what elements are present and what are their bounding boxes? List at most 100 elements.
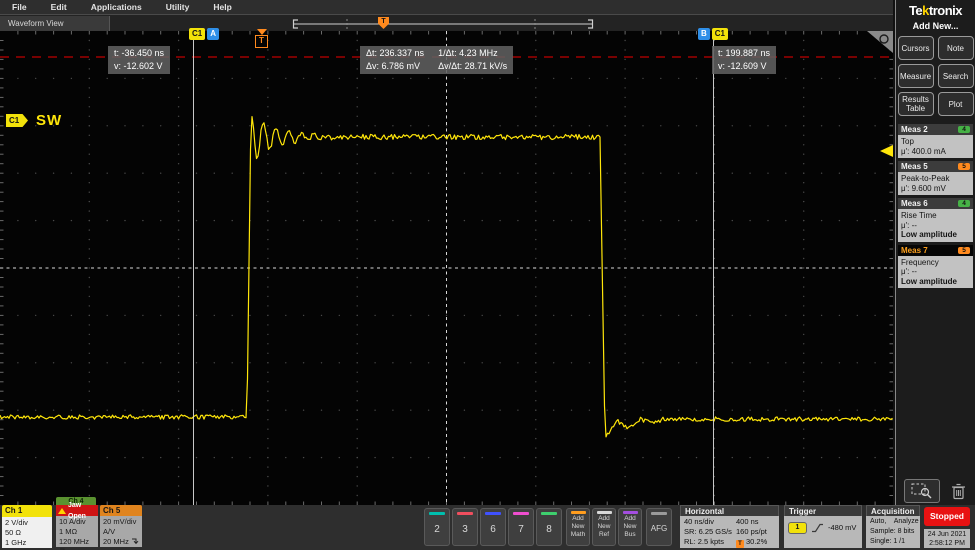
cursor-b-line[interactable] [713, 31, 714, 505]
menu-utility[interactable]: Utility [166, 2, 190, 12]
add-new-heading: Add New... [912, 21, 959, 31]
meas-7-value: μ': -- [901, 267, 917, 276]
oscilloscope-screen: File Edit Applications Utility Help Wave… [0, 0, 975, 550]
acquisition-single: Single: 1 /1 [870, 538, 906, 545]
sample-resolution: 160 ps/pt [736, 527, 767, 536]
horizontal-position: 30.2% [746, 537, 768, 546]
tab-waveform-view[interactable]: Waveform View [0, 16, 110, 32]
ch5-units: A/V [103, 527, 116, 536]
results-sidebar: Tektronix Add New... Cursors Note Measur… [895, 0, 975, 505]
ch4-probe-warning: Jaw Open [56, 502, 98, 520]
trigger-level: -480 mV [828, 523, 857, 532]
cursor-b-channel-badge[interactable]: C1 [711, 28, 729, 40]
cursor-a-channel-badge[interactable]: C1 [189, 28, 206, 40]
results-table-button[interactable]: Results Table [897, 92, 934, 116]
cursor-a-time: t: -36.450 ns [114, 48, 165, 58]
acquisition-sample: Sample: 8 bits [870, 528, 915, 535]
afg-button[interactable]: AFG [646, 508, 672, 546]
channel-5-badge[interactable]: Ch 5 20 mV/div A/V 20 MHz [100, 505, 142, 547]
sidebar-tools [896, 479, 975, 505]
menu-file[interactable]: File [12, 2, 27, 12]
channel-c1-tag[interactable]: C1 [6, 114, 28, 127]
cursor-a-badges: C1 A [189, 28, 220, 40]
cursor-b-readout: t: 199.887 ns v: -12.609 V [712, 46, 777, 74]
channel-6-button[interactable]: 6 [480, 508, 506, 546]
trash-icon [951, 483, 965, 499]
cursor-a-badge[interactable]: A [207, 28, 220, 40]
channel-3-button[interactable]: 3 [452, 508, 478, 546]
time: 2:58:12 PM [929, 540, 965, 547]
tab-bar: Waveform View T [0, 14, 893, 32]
horizontal-window: 400 ns [736, 517, 759, 526]
cursors-button[interactable]: Cursors [897, 36, 934, 60]
box-zoom-button[interactable] [904, 479, 940, 503]
trigger-position-icon: T [736, 540, 744, 548]
add-new-buttons: Cursors Note Measure Search Results Tabl… [896, 36, 975, 116]
menu-help[interactable]: Help [213, 2, 231, 12]
ch4-bandwidth: 120 MHz [59, 537, 90, 546]
menu-edit[interactable]: Edit [51, 2, 67, 12]
cursor-a-line[interactable] [193, 31, 194, 505]
meas-2-badge[interactable]: Meas 2 4 Top μ': 400.0 mA [898, 124, 973, 158]
cursor-b-badges: B C1 [698, 28, 729, 40]
channel-7-button[interactable]: 7 [508, 508, 534, 546]
meas-5-name: Peak-to-Peak [901, 174, 950, 183]
menu-bar: File Edit Applications Utility Help [0, 0, 893, 14]
settings-bar: Ch 1 2 V/div 50 Ω 1 GHz Ch 4 Jaw Open 10… [0, 497, 975, 550]
inverse-delta-time: 1/Δt: 4.23 MHz [438, 48, 498, 58]
cursor-a-readout: t: -36.450 ns v: -12.602 V [108, 46, 171, 74]
meas-6-value: μ': -- [901, 220, 917, 230]
channel-4-badge[interactable]: Jaw Open 10 A/div 1 MΩ 120 MHz [56, 502, 98, 550]
rising-edge-icon [812, 523, 823, 533]
ch5-bandwidth: 20 MHz [103, 537, 129, 546]
meas-6-badge[interactable]: Meas 6 4 Rise Time μ': -- Low amplitude [898, 198, 973, 242]
waveform-name-label: SW [36, 112, 63, 129]
channel-waveform-label: C1 SW [6, 112, 62, 129]
delta-time: Δt: 236.337 ns [366, 48, 425, 58]
record-view-bar [292, 19, 594, 29]
run-stop-status-button[interactable]: Stopped [924, 507, 970, 526]
tektronix-logo: Tektronix [908, 3, 963, 18]
delta-voltage: Δv: 6.786 mV [366, 61, 421, 71]
cursor-b-voltage: v: -12.609 V [718, 61, 767, 71]
trigger-level-arrow[interactable] [880, 145, 893, 157]
add-new-bus-button[interactable]: Add New Bus [618, 508, 642, 546]
meas-2-source-chip: 4 [958, 126, 970, 133]
trash-button[interactable] [946, 480, 970, 502]
meas-6-name: Rise Time [901, 211, 937, 220]
graticule-and-waveform [0, 31, 893, 505]
meas-2-value: μ': 400.0 mA [901, 146, 946, 156]
note-button[interactable]: Note [937, 36, 974, 60]
date: 24 Jun 2021 [927, 531, 967, 538]
trigger-flag-label: T [255, 35, 268, 48]
horizontal-badge[interactable]: Horizontal 40 ns/div 400 ns SR: 6.25 GS/… [680, 505, 779, 548]
ch1-bandwidth: 1 GHz [5, 538, 27, 547]
record-length: RL: 2.5 kpts [684, 537, 725, 546]
ch1-termination: 50 Ω [5, 528, 22, 537]
cursor-b-badge[interactable]: B [698, 28, 710, 40]
menu-applications[interactable]: Applications [91, 2, 142, 12]
meas-5-badge[interactable]: Meas 5 5 Peak-to-Peak μ': 9.600 mV [898, 161, 973, 195]
slew-rate: Δv/Δt: 28.71 kV/s [438, 61, 508, 71]
waveform-plot: C1 A B C1 t: -36.450 ns v: -12.602 V Δt:… [0, 28, 893, 505]
channel-1-badge[interactable]: Ch 1 2 V/div 50 Ω 1 GHz [2, 505, 52, 548]
plot-button[interactable]: Plot [937, 92, 974, 116]
measure-button[interactable]: Measure [897, 64, 934, 88]
channel-1-header: Ch 1 [2, 505, 52, 517]
cursor-delta-readout: Δt: 236.337 ns Δv: 6.786 mV 1/Δt: 4.23 M… [360, 46, 514, 74]
channel-2-button[interactable]: 2 [424, 508, 450, 546]
ch1-scale: 2 V/div [5, 518, 28, 527]
meas-7-badge[interactable]: Meas 7 5 Frequency μ': -- Low amplitude [898, 244, 973, 288]
trigger-position-flag[interactable]: T [255, 29, 269, 48]
add-new-math-button[interactable]: Add New Math [566, 508, 590, 546]
acquisition-badge[interactable]: Acquisition Auto, Analyze Sample: 8 bits… [866, 505, 920, 548]
channel-8-button[interactable]: 8 [536, 508, 562, 546]
trigger-badge[interactable]: Trigger 1 -480 mV [784, 505, 862, 548]
meas-6-warning: Low amplitude [901, 230, 957, 239]
date-time-display: 24 Jun 2021 2:58:12 PM [924, 529, 970, 548]
channel-5-header: Ch 5 [100, 505, 142, 516]
meas-5-source-chip: 5 [958, 163, 970, 170]
cursor-a-voltage: v: -12.602 V [114, 61, 163, 71]
search-button[interactable]: Search [937, 64, 974, 88]
add-new-ref-button[interactable]: Add New Ref [592, 508, 616, 546]
